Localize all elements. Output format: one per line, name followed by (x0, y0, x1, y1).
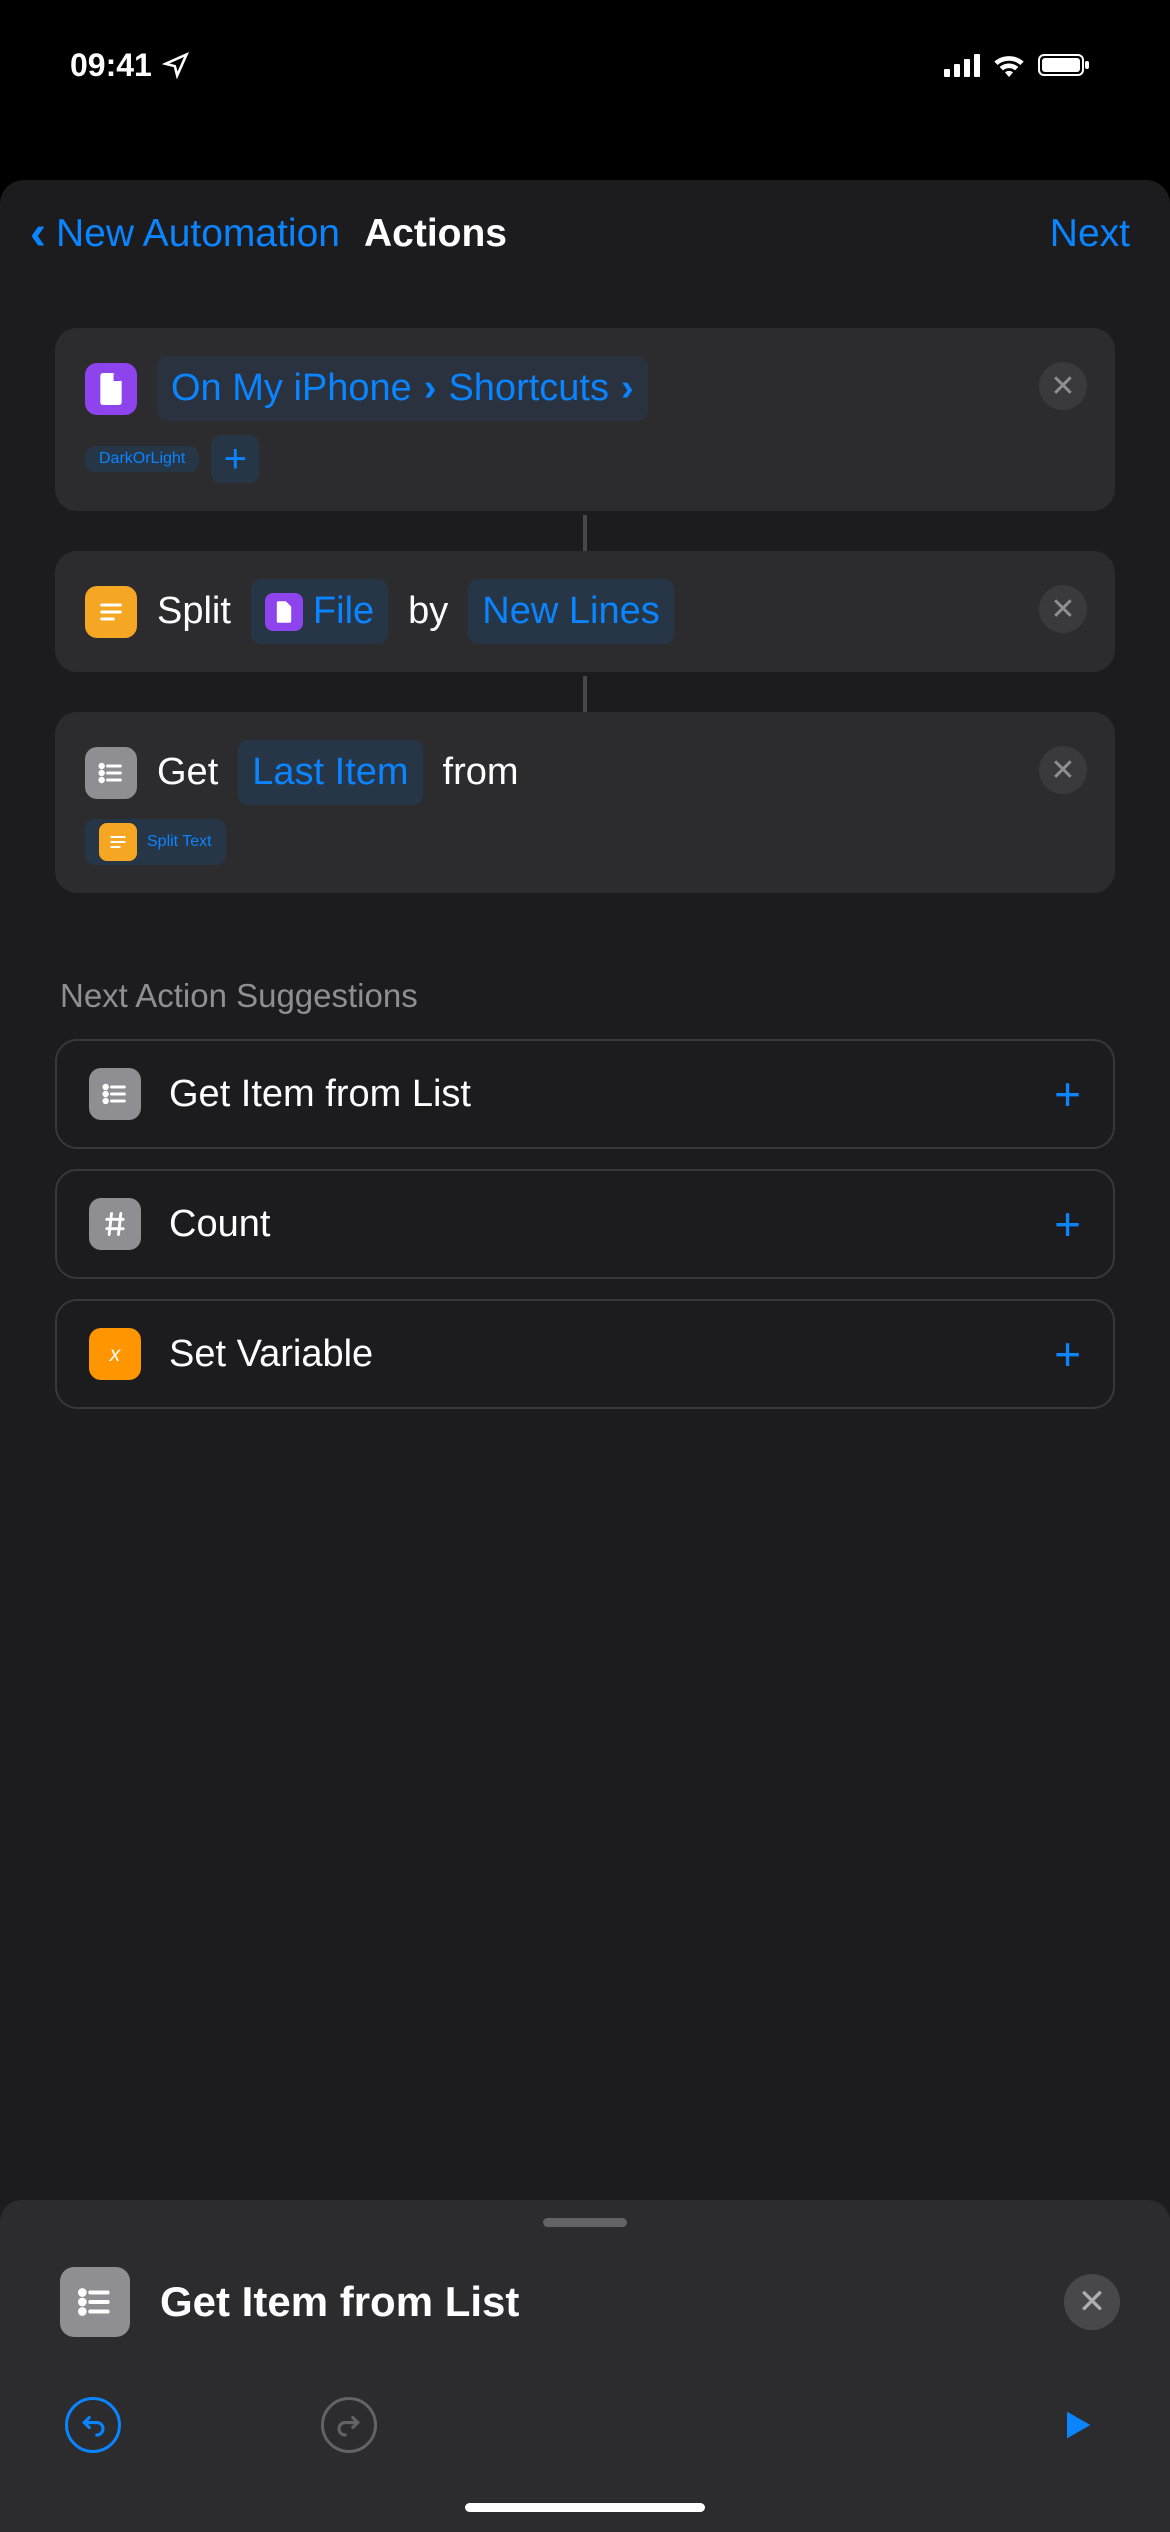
next-button[interactable]: Next (1050, 212, 1130, 256)
status-bar: 09:41 (0, 0, 1170, 130)
suggestion-set-variable[interactable]: x Set Variable + (55, 1299, 1115, 1409)
list-icon (85, 747, 137, 799)
bottom-panel[interactable]: Get Item from List ✕ (0, 2200, 1170, 2532)
redo-button[interactable] (321, 2397, 377, 2453)
get-verb: Get (157, 744, 218, 801)
back-label: New Automation (56, 212, 340, 256)
status-left: 09:41 (70, 47, 190, 84)
back-button[interactable]: ‹ New Automation (30, 210, 340, 258)
file-token-label: File (313, 583, 374, 640)
page-title: Actions (364, 212, 507, 256)
play-button[interactable] (1049, 2397, 1105, 2453)
text-icon (99, 823, 137, 861)
document-icon (85, 363, 137, 415)
action-file[interactable]: On My iPhone › Shortcuts › DarkOrLight +… (55, 328, 1115, 511)
variable-icon: x (89, 1328, 141, 1380)
newlines-token[interactable]: New Lines (468, 579, 673, 644)
get-from: from (443, 744, 519, 801)
grabber-handle[interactable] (543, 2218, 627, 2227)
home-indicator[interactable] (465, 2503, 705, 2512)
undo-button[interactable] (65, 2397, 121, 2453)
split-text-label: Split Text (147, 833, 212, 851)
hash-icon (89, 1198, 141, 1250)
action-get-item[interactable]: Get Last Item from Split Text ✕ (55, 712, 1115, 893)
delete-action-button[interactable]: ✕ (1039, 746, 1087, 794)
split-by: by (408, 583, 448, 640)
list-icon (60, 2267, 130, 2337)
toolbar (0, 2377, 1170, 2493)
split-text-token[interactable]: Split Text (85, 819, 226, 865)
delete-action-button[interactable]: ✕ (1039, 585, 1087, 633)
split-verb: Split (157, 583, 231, 640)
chevron-right-icon: › (621, 360, 634, 417)
bottom-row: Get Item from List ✕ (0, 2227, 1170, 2377)
wifi-icon (992, 53, 1026, 77)
file-path[interactable]: On My iPhone › Shortcuts › (157, 356, 648, 421)
signal-icon (944, 53, 980, 77)
main-sheet: ‹ New Automation Actions Next On My iPho… (0, 180, 1170, 2532)
battery-icon (1038, 53, 1090, 77)
close-button[interactable]: ✕ (1064, 2274, 1120, 2330)
chevron-left-icon: ‹ (30, 210, 46, 258)
filename-token[interactable]: DarkOrLight (85, 446, 199, 472)
path-segment-2: Shortcuts (448, 360, 609, 417)
suggestion-label: Count (169, 1203, 1026, 1246)
add-path-button[interactable]: + (211, 435, 259, 483)
svg-text:x: x (109, 1343, 122, 1366)
document-icon (265, 593, 303, 631)
delete-action-button[interactable]: ✕ (1039, 362, 1087, 410)
suggestion-label: Set Variable (169, 1333, 1026, 1376)
add-suggestion-button[interactable]: + (1054, 1327, 1081, 1381)
text-icon (85, 586, 137, 638)
connector (583, 515, 587, 551)
add-suggestion-button[interactable]: + (1054, 1197, 1081, 1251)
last-item-token[interactable]: Last Item (238, 740, 422, 805)
location-icon (162, 51, 190, 79)
suggestion-list: Get Item from List + Count + x Set Varia… (0, 1039, 1170, 1409)
suggestions-header: Next Action Suggestions (0, 897, 1170, 1039)
connector (583, 676, 587, 712)
nav-bar: ‹ New Automation Actions Next (0, 180, 1170, 298)
list-icon (89, 1068, 141, 1120)
actions-container: On My iPhone › Shortcuts › DarkOrLight +… (0, 298, 1170, 893)
file-token[interactable]: File (251, 579, 388, 644)
status-time: 09:41 (70, 47, 152, 84)
status-right (944, 53, 1090, 77)
suggestion-label: Get Item from List (169, 1073, 1026, 1116)
suggestion-count[interactable]: Count + (55, 1169, 1115, 1279)
bottom-title: Get Item from List (160, 2278, 1034, 2326)
add-suggestion-button[interactable]: + (1054, 1067, 1081, 1121)
action-split[interactable]: Split File by New Lines ✕ (55, 551, 1115, 672)
suggestion-get-item[interactable]: Get Item from List + (55, 1039, 1115, 1149)
path-segment-1: On My iPhone (171, 360, 412, 417)
chevron-right-icon: › (424, 360, 437, 417)
